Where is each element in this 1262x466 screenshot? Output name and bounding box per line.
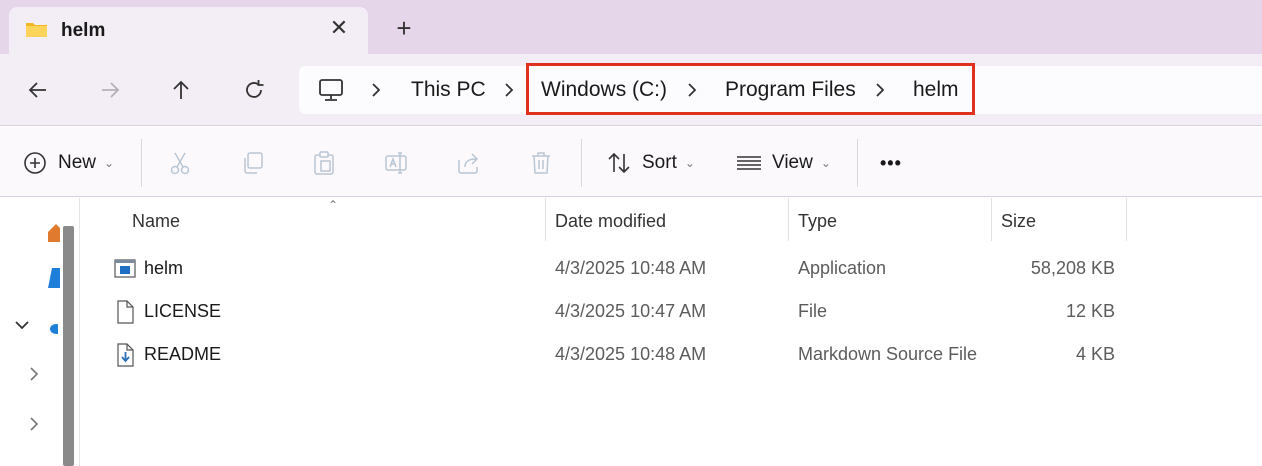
rename-icon xyxy=(385,152,407,174)
column-divider[interactable] xyxy=(545,198,546,241)
chevron-right-icon[interactable] xyxy=(369,80,383,100)
sort-label: Sort xyxy=(642,152,677,173)
sort-ascending-icon: ⌃ xyxy=(328,198,339,212)
column-divider[interactable] xyxy=(1126,198,1127,241)
file-row[interactable]: LICENSE 4/3/2025 10:47 AM File 12 KB xyxy=(82,291,1262,334)
chevron-down-icon: ⌄ xyxy=(684,156,695,170)
view-button[interactable]: View ⌄ xyxy=(736,149,831,177)
arrow-right-icon xyxy=(102,82,120,98)
expand-chevron-right-icon[interactable] xyxy=(28,416,40,437)
tab-title: helm xyxy=(61,20,106,41)
expand-chevron-right-icon[interactable] xyxy=(28,366,40,387)
chevron-right-icon[interactable] xyxy=(502,80,516,100)
more-options-button[interactable]: ••• xyxy=(880,149,902,177)
clipboard-icon xyxy=(314,151,334,175)
application-icon xyxy=(114,259,136,278)
breadcrumb-windows-c[interactable]: Windows (C:) xyxy=(541,78,667,102)
scissors-icon xyxy=(170,152,190,175)
breadcrumb-this-pc[interactable]: This PC xyxy=(411,78,486,102)
breadcrumb-program-files[interactable]: Program Files xyxy=(725,78,856,102)
plus-circle-icon xyxy=(24,152,46,174)
file-name: helm xyxy=(144,258,184,278)
column-header-size[interactable]: Size xyxy=(1001,198,1036,241)
chevron-right-icon[interactable] xyxy=(873,80,887,100)
view-list-icon xyxy=(737,156,761,170)
arrow-left-icon xyxy=(28,82,46,98)
onedrive-icon[interactable] xyxy=(48,322,58,336)
copy-icon xyxy=(244,152,263,174)
copy-button[interactable] xyxy=(240,149,266,177)
file-date: 4/3/2025 10:47 AM xyxy=(555,301,707,321)
breadcrumb-helm[interactable]: helm xyxy=(913,78,959,102)
file-row[interactable]: helm 4/3/2025 10:48 AM Application 58,20… xyxy=(82,248,1262,291)
markdown-file-icon xyxy=(117,343,134,367)
scrollbar[interactable] xyxy=(63,226,74,466)
file-date: 4/3/2025 10:48 AM xyxy=(555,344,707,364)
home-icon[interactable] xyxy=(48,222,60,242)
refresh-icon xyxy=(246,80,264,98)
up-button[interactable] xyxy=(165,76,197,104)
tab-helm[interactable]: helm ✕ xyxy=(9,7,368,54)
divider xyxy=(581,139,582,187)
arrow-up-icon xyxy=(173,80,189,99)
new-label: New xyxy=(58,152,97,173)
sort-icon xyxy=(608,152,630,174)
sort-button[interactable]: Sort ⌄ xyxy=(606,149,695,177)
file-name: LICENSE xyxy=(144,301,222,321)
forward-button[interactable] xyxy=(94,76,126,104)
divider xyxy=(857,139,858,187)
delete-button[interactable] xyxy=(528,149,554,177)
this-pc-icon[interactable] xyxy=(318,78,344,102)
rename-button[interactable] xyxy=(384,149,410,177)
navigation-bar: This PC Windows (C:) Program Files helm xyxy=(0,54,1262,126)
trash-icon xyxy=(532,152,550,174)
file-type: Markdown Source File xyxy=(798,344,978,364)
file-size: 58,208 KB xyxy=(1030,258,1115,278)
command-bar: New ⌄ Sort ⌄ View ⌄ ••• xyxy=(0,127,1262,197)
view-label: View xyxy=(772,152,813,173)
file-date: 4/3/2025 10:48 AM xyxy=(555,258,707,278)
new-button[interactable]: New ⌄ xyxy=(22,149,114,177)
more-icon: ••• xyxy=(880,152,902,173)
back-button[interactable] xyxy=(22,76,54,104)
divider xyxy=(141,139,142,187)
folder-icon xyxy=(26,23,47,37)
file-row[interactable]: README 4/3/2025 10:48 AM Markdown Source… xyxy=(82,334,1262,377)
chevron-down-icon: ⌄ xyxy=(820,156,831,170)
column-header-type[interactable]: Type xyxy=(798,198,837,241)
column-header-name[interactable]: Name xyxy=(132,198,180,241)
close-tab-icon[interactable]: ✕ xyxy=(327,17,351,41)
column-divider[interactable] xyxy=(991,198,992,241)
refresh-button[interactable] xyxy=(238,76,270,104)
navigation-pane xyxy=(0,198,80,466)
column-divider[interactable] xyxy=(788,198,789,241)
chevron-down-icon: ⌄ xyxy=(104,156,115,170)
tab-strip: helm ✕ + xyxy=(0,0,1262,54)
share-icon xyxy=(458,153,479,174)
chevron-right-icon[interactable] xyxy=(685,80,699,100)
file-icon xyxy=(117,300,134,324)
new-tab-button[interactable]: + xyxy=(392,15,416,41)
file-name: README xyxy=(144,344,222,364)
file-type: File xyxy=(798,301,828,321)
file-size: 12 KB xyxy=(1065,301,1115,321)
expand-chevron-down-icon[interactable] xyxy=(14,316,30,337)
column-header-date[interactable]: Date modified xyxy=(555,198,666,241)
file-size: 4 KB xyxy=(1075,344,1115,364)
file-type: Application xyxy=(798,258,887,278)
paste-button[interactable] xyxy=(311,149,337,177)
gallery-icon[interactable] xyxy=(48,266,60,290)
address-bar[interactable]: This PC Windows (C:) Program Files helm xyxy=(299,63,1262,115)
share-button[interactable] xyxy=(456,149,482,177)
file-list: ⌃ Name Date modified Type Size helm 4/3/… xyxy=(82,198,1262,466)
cut-button[interactable] xyxy=(167,149,193,177)
